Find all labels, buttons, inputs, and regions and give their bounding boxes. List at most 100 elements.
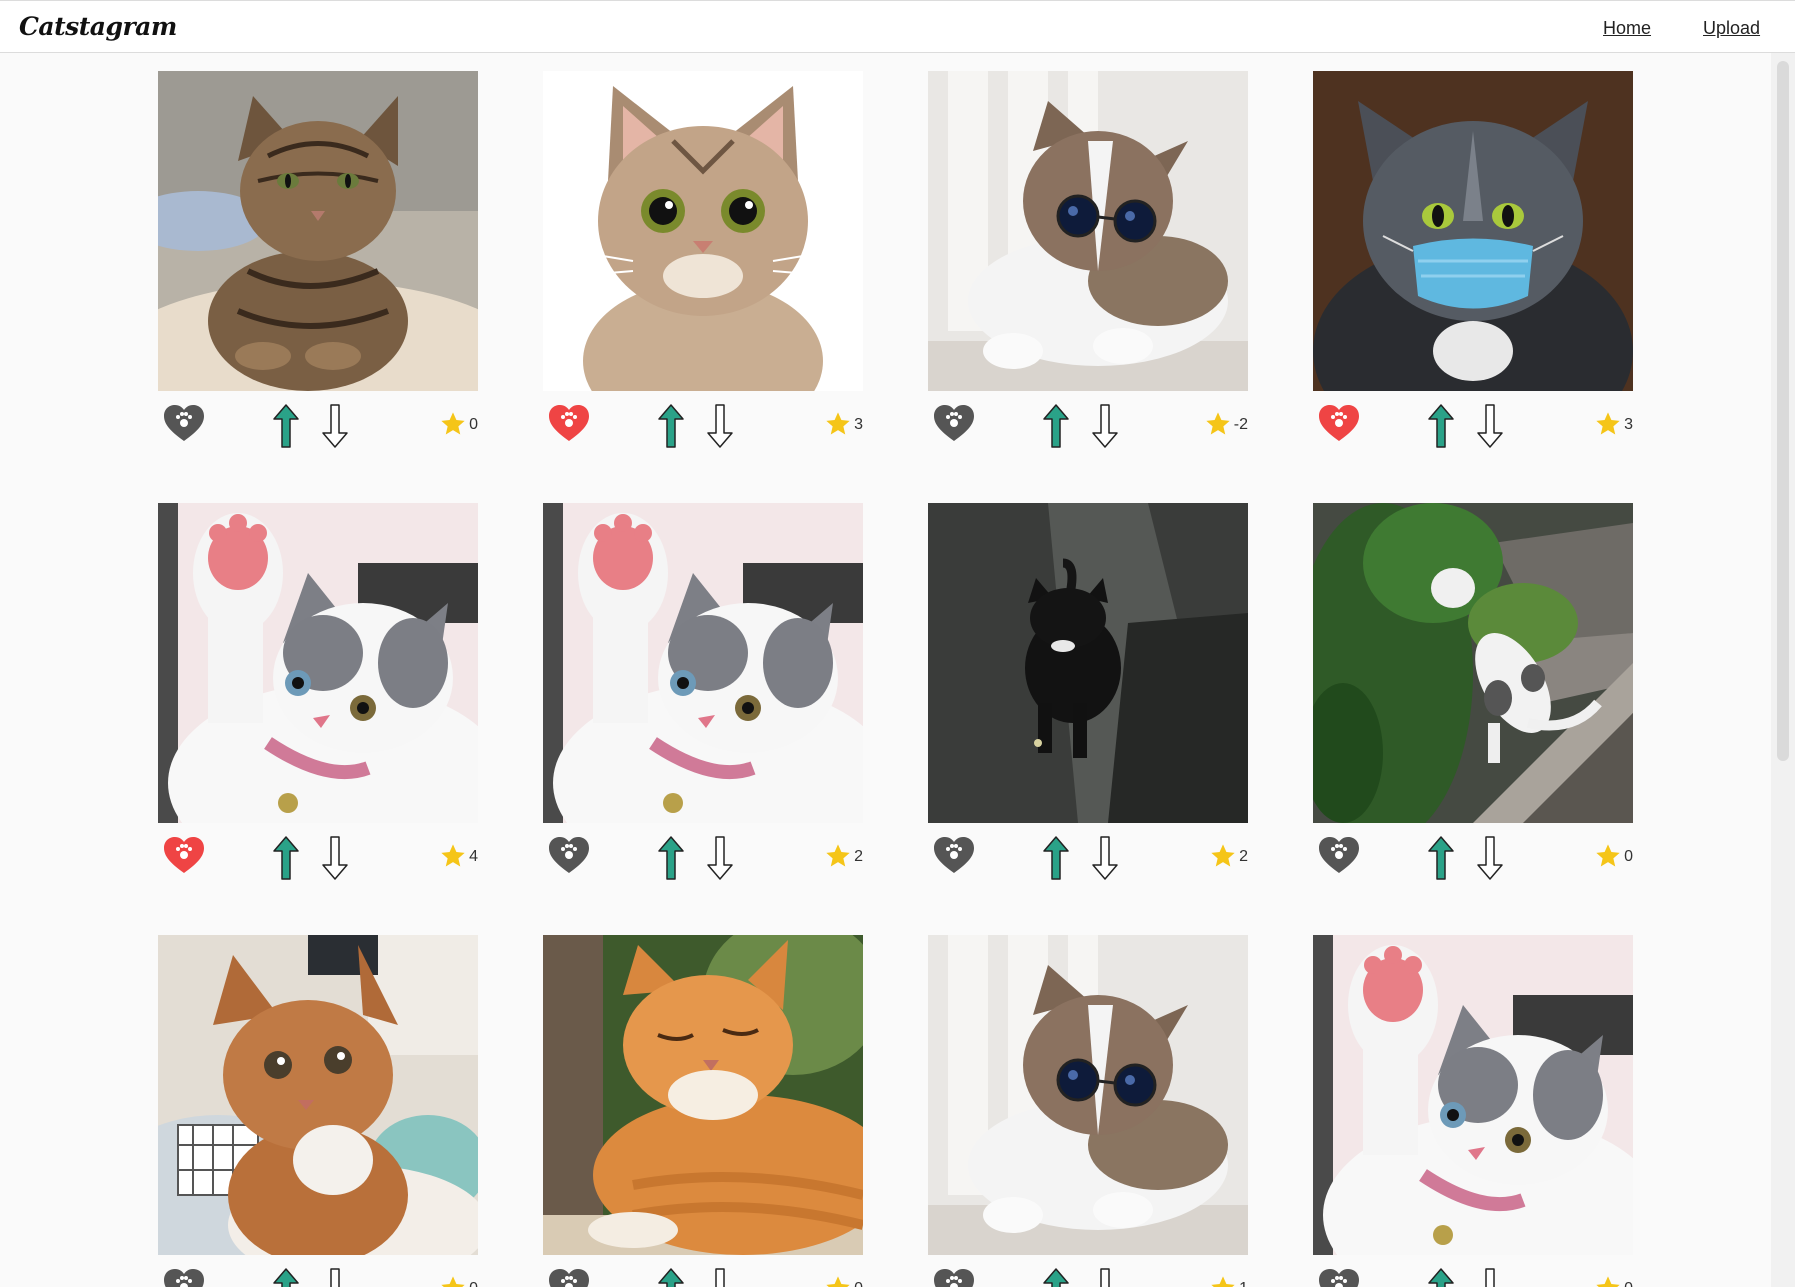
down-arrow-icon[interactable]: [1476, 1267, 1504, 1287]
top-navbar: Catstagram Home Upload: [0, 0, 1795, 53]
down-arrow-icon[interactable]: [706, 403, 734, 449]
up-arrow-icon[interactable]: [272, 835, 300, 881]
down-arrow-icon[interactable]: [1091, 1267, 1119, 1287]
paw-heart-icon[interactable]: [1317, 403, 1361, 443]
cat-card: 0: [1313, 935, 1633, 1287]
down-arrow-icon[interactable]: [706, 1267, 734, 1287]
score-value: 1: [1239, 1280, 1248, 1287]
up-arrow-icon[interactable]: [657, 835, 685, 881]
cat-card: 3: [543, 71, 863, 451]
score-display: 0: [439, 1274, 478, 1287]
paw-heart-icon[interactable]: [162, 835, 206, 875]
cat-photo[interactable]: [1313, 503, 1633, 823]
brand-logo[interactable]: Catstagram: [19, 12, 177, 41]
cat-photo[interactable]: [158, 71, 478, 391]
down-arrow-icon[interactable]: [321, 1267, 349, 1287]
up-arrow-icon[interactable]: [657, 403, 685, 449]
score-value: 4: [469, 848, 478, 865]
cat-photo[interactable]: [158, 935, 478, 1255]
cat-photo[interactable]: [928, 503, 1248, 823]
cat-grid: 0 3 -2 3 4 2 2 0: [158, 71, 1633, 1287]
paw-heart-icon[interactable]: [547, 1267, 591, 1287]
score-value: 0: [1624, 1280, 1633, 1287]
paw-heart-icon[interactable]: [547, 403, 591, 443]
star-icon: [1594, 1274, 1622, 1287]
up-arrow-icon[interactable]: [1042, 835, 1070, 881]
cat-photo[interactable]: [543, 71, 863, 391]
paw-heart-icon[interactable]: [1317, 1267, 1361, 1287]
star-icon: [824, 410, 852, 438]
score-display: 3: [824, 410, 863, 438]
down-arrow-icon[interactable]: [1476, 835, 1504, 881]
cat-photo[interactable]: [1313, 935, 1633, 1255]
cat-card: 0: [1313, 503, 1633, 883]
up-arrow-icon[interactable]: [1427, 403, 1455, 449]
scrollbar-thumb[interactable]: [1777, 61, 1789, 761]
card-actions: -2: [928, 391, 1248, 451]
cat-card: 0: [158, 935, 478, 1287]
down-arrow-icon[interactable]: [1091, 835, 1119, 881]
cat-photo[interactable]: [543, 935, 863, 1255]
star-icon: [1204, 410, 1232, 438]
up-arrow-icon[interactable]: [272, 1267, 300, 1287]
up-arrow-icon[interactable]: [1427, 835, 1455, 881]
down-arrow-icon[interactable]: [1091, 403, 1119, 449]
cat-photo[interactable]: [543, 503, 863, 823]
card-actions: 0: [543, 1255, 863, 1287]
cat-card: 1: [928, 935, 1248, 1287]
star-icon: [1594, 842, 1622, 870]
cat-card: 0: [543, 935, 863, 1287]
card-actions: 0: [1313, 823, 1633, 883]
cat-feed: 0 3 -2 3 4 2 2 0: [0, 53, 1771, 1287]
cat-card: 2: [543, 503, 863, 883]
score-value: 0: [1624, 848, 1633, 865]
nav-link-home[interactable]: Home: [1603, 18, 1651, 39]
card-actions: 4: [158, 823, 478, 883]
card-actions: 1: [928, 1255, 1248, 1287]
paw-heart-icon[interactable]: [1317, 835, 1361, 875]
score-display: 1: [1209, 1274, 1248, 1287]
down-arrow-icon[interactable]: [1476, 403, 1504, 449]
down-arrow-icon[interactable]: [321, 403, 349, 449]
card-actions: 0: [158, 391, 478, 451]
cat-card: 0: [158, 71, 478, 451]
cat-photo[interactable]: [158, 503, 478, 823]
score-value: 0: [854, 1280, 863, 1287]
up-arrow-icon[interactable]: [1042, 1267, 1070, 1287]
paw-heart-icon[interactable]: [547, 835, 591, 875]
card-actions: 0: [158, 1255, 478, 1287]
paw-heart-icon[interactable]: [162, 403, 206, 443]
card-actions: 2: [543, 823, 863, 883]
paw-heart-icon[interactable]: [932, 1267, 976, 1287]
score-display: 0: [824, 1274, 863, 1287]
card-actions: 2: [928, 823, 1248, 883]
vertical-scrollbar[interactable]: [1771, 53, 1795, 1287]
up-arrow-icon[interactable]: [657, 1267, 685, 1287]
score-display: 2: [1209, 842, 1248, 870]
up-arrow-icon[interactable]: [1427, 1267, 1455, 1287]
score-value: 2: [1239, 848, 1248, 865]
cat-photo[interactable]: [928, 935, 1248, 1255]
card-actions: 0: [1313, 1255, 1633, 1287]
up-arrow-icon[interactable]: [1042, 403, 1070, 449]
card-actions: 3: [543, 391, 863, 451]
paw-heart-icon[interactable]: [932, 835, 976, 875]
score-value: 0: [469, 416, 478, 433]
cat-card: 3: [1313, 71, 1633, 451]
score-display: -2: [1204, 410, 1248, 438]
star-icon: [1209, 1274, 1237, 1287]
score-display: 0: [1594, 1274, 1633, 1287]
cat-photo[interactable]: [1313, 71, 1633, 391]
star-icon: [1594, 410, 1622, 438]
paw-heart-icon[interactable]: [162, 1267, 206, 1287]
down-arrow-icon[interactable]: [321, 835, 349, 881]
nav-link-upload[interactable]: Upload: [1703, 18, 1760, 39]
up-arrow-icon[interactable]: [272, 403, 300, 449]
score-value: 3: [854, 416, 863, 433]
cat-photo[interactable]: [928, 71, 1248, 391]
paw-heart-icon[interactable]: [932, 403, 976, 443]
score-value: 3: [1624, 416, 1633, 433]
down-arrow-icon[interactable]: [706, 835, 734, 881]
star-icon: [1209, 842, 1237, 870]
score-display: 2: [824, 842, 863, 870]
